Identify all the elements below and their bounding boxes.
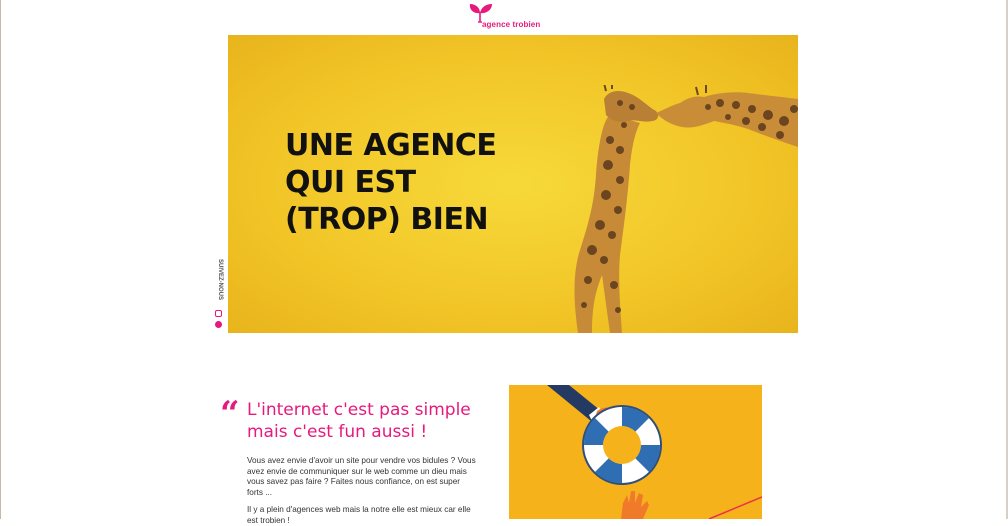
instagram-icon[interactable]: [215, 310, 222, 317]
lifebuoy-illustration: [547, 385, 762, 519]
follow-us-label: SUIVEZ-NOUS: [217, 259, 223, 301]
hero-banner: UNE AGENCE QUI EST (TROP) BIEN: [228, 35, 798, 333]
intro-paragraph: Vous avez envie d'avoir un site pour ven…: [247, 456, 476, 497]
hero-title: UNE AGENCE QUI EST (TROP) BIEN: [285, 127, 497, 238]
section-headline: L'internet c'est pas simple mais c'est f…: [247, 399, 487, 443]
quote-icon: “: [220, 394, 240, 434]
hero-title-line: QUI EST: [285, 165, 416, 200]
social-follow: SUIVEZ-NOUS: [212, 259, 226, 332]
logo-text: agence trobien: [482, 20, 541, 29]
headline-line: mais c'est fun aussi !: [247, 422, 428, 442]
window-left-edge: [0, 0, 1, 519]
promo-illustration: [509, 385, 762, 519]
giraffes-image: [574, 85, 798, 333]
headline-line: L'internet c'est pas simple: [247, 400, 471, 420]
second-paragraph: Il y a plein d'agences web mais la notre…: [247, 505, 471, 525]
youtube-icon[interactable]: [215, 321, 222, 328]
site-logo[interactable]: agence trobien: [466, 3, 546, 31]
hero-title-line: (TROP) BIEN: [285, 202, 489, 237]
hero-title-line: UNE AGENCE: [285, 128, 497, 163]
